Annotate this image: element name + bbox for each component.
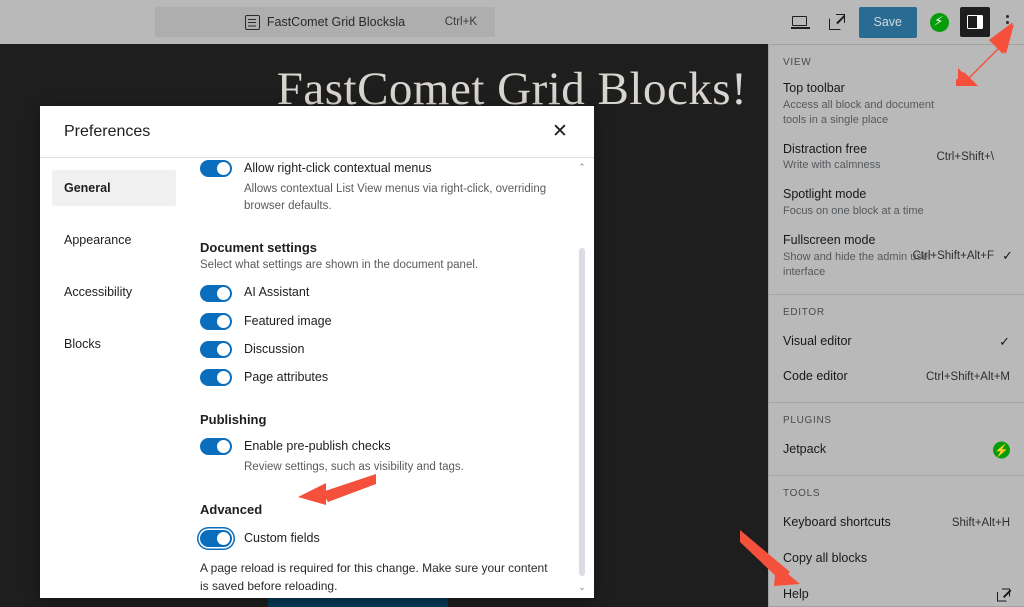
pref-label: AI Assistant [244, 283, 309, 301]
modal-body: General Appearance Accessibility Blocks … [40, 158, 594, 598]
top-bar-actions: Save ⚡ [784, 0, 1021, 44]
menu-item-title: Visual editor [783, 333, 1010, 350]
preview-button[interactable] [784, 5, 818, 39]
options-dropdown-menu: VIEW Top toolbar Access all block and do… [768, 44, 1024, 607]
options-menu-button[interactable] [994, 5, 1020, 39]
menu-item-copy-all-blocks[interactable]: Copy all blocks [769, 541, 1024, 577]
menu-item-visual-editor[interactable]: Visual editor ✓ [769, 324, 1024, 360]
editor-top-bar: FastComet Grid Blocksla Ctrl+K Save ⚡ [0, 0, 1024, 44]
pref-row-page-attributes[interactable]: Page attributes [200, 368, 564, 386]
custom-fields-reload-note: A page reload is required for this chang… [200, 559, 550, 596]
menu-item-top-toolbar[interactable]: Top toolbar Access all block and documen… [769, 74, 1024, 135]
menu-item-shortcut: Shift+Alt+H [952, 517, 1010, 529]
checkmark-icon: ✓ [1002, 248, 1013, 264]
pref-row-pre-publish-checks[interactable]: Enable pre-publish checks [200, 437, 564, 455]
menu-item-title: Copy all blocks [783, 550, 1010, 567]
pref-label: Custom fields [244, 529, 320, 547]
pref-row-featured-image[interactable]: Featured image [200, 312, 564, 330]
menu-item-title: Fullscreen mode [783, 232, 1010, 249]
settings-sidebar-toggle[interactable] [958, 5, 992, 39]
save-button[interactable]: Save [859, 7, 918, 38]
pref-description: Allows contextual List View menus via ri… [244, 181, 564, 214]
preferences-scrollbar[interactable]: ⌃ ⌄ [577, 162, 587, 594]
sidebar-panel-icon [960, 7, 990, 37]
menu-item-shortcut: Ctrl+Shift+Alt+F [913, 250, 995, 262]
pref-label: Allow right-click contextual menus [244, 159, 432, 177]
pref-description: Review settings, such as visibility and … [244, 459, 564, 476]
modal-header: Preferences ✕ [40, 106, 594, 158]
nav-item-general[interactable]: General [52, 170, 176, 206]
menu-section-label-plugins: PLUGINS [769, 403, 1024, 432]
scrollbar-thumb[interactable] [579, 248, 585, 576]
preferences-modal: Preferences ✕ General Appearance Accessi… [40, 106, 594, 598]
toggle-ai-assistant[interactable] [200, 285, 232, 302]
menu-item-title: Top toolbar [783, 80, 1010, 97]
pref-row-right-click-menus[interactable]: Allow right-click contextual menus [200, 159, 564, 177]
section-title-advanced: Advanced [200, 502, 564, 517]
menu-item-title: Jetpack [783, 441, 1010, 458]
menu-section-label-tools: TOOLS [769, 476, 1024, 505]
checkmark-icon: ✓ [999, 334, 1010, 350]
menu-item-title: Help [783, 586, 1010, 603]
command-palette-title: FastComet Grid Blocksla [267, 15, 405, 29]
modal-title: Preferences [64, 123, 544, 141]
screen: FastComet Grid Blocks! FastComet Grid Bl… [0, 0, 1024, 607]
pref-label: Enable pre-publish checks [244, 437, 391, 455]
menu-section-label-editor: EDITOR [769, 295, 1024, 324]
section-desc-document-settings: Select what settings are shown in the do… [200, 259, 564, 271]
pref-label: Featured image [244, 312, 332, 330]
toggle-pre-publish-checks[interactable] [200, 438, 232, 455]
menu-item-code-editor[interactable]: Code editor Ctrl+Shift+Alt+M [769, 359, 1024, 395]
nav-item-appearance[interactable]: Appearance [52, 222, 176, 258]
section-title-document-settings: Document settings [200, 240, 564, 255]
menu-section-label-view: VIEW [769, 45, 1024, 74]
pref-row-ai-assistant[interactable]: AI Assistant [200, 283, 564, 301]
scroll-up-icon[interactable]: ⌃ [577, 162, 587, 174]
menu-item-keyboard-shortcuts[interactable]: Keyboard shortcuts Shift+Alt+H [769, 505, 1024, 541]
menu-item-description: Access all block and document tools in a… [783, 98, 943, 128]
menu-item-spotlight-mode[interactable]: Spotlight mode Focus on one block at a t… [769, 180, 1024, 226]
kebab-dot [1006, 27, 1009, 30]
kebab-dot [1006, 21, 1009, 24]
menu-item-description: Write with calmness [783, 158, 943, 173]
toggle-page-attributes[interactable] [200, 369, 232, 386]
preferences-nav: General Appearance Accessibility Blocks [40, 158, 176, 598]
menu-item-shortcut: Ctrl+Shift+\ [936, 151, 994, 163]
section-title-publishing: Publishing [200, 412, 564, 427]
command-palette-button[interactable]: FastComet Grid Blocksla Ctrl+K [155, 7, 495, 37]
menu-item-distraction-free[interactable]: Distraction free Write with calmness Ctr… [769, 135, 1024, 181]
close-icon[interactable]: ✕ [544, 116, 576, 148]
menu-item-fullscreen-mode[interactable]: Fullscreen mode Show and hide the admin … [769, 226, 1024, 287]
desktop-icon [792, 16, 809, 28]
menu-item-description: Focus on one block at a time [783, 204, 943, 219]
preferences-scroll-region: Allow right-click contextual menus Allow… [176, 158, 594, 598]
jetpack-button[interactable]: ⚡ [922, 5, 956, 39]
canvas-block-placeholder [268, 597, 448, 607]
toggle-featured-image[interactable] [200, 313, 232, 330]
external-link-icon [997, 588, 1010, 601]
toggle-discussion[interactable] [200, 341, 232, 358]
jetpack-icon: ⚡ [930, 13, 949, 32]
menu-item-title: Spotlight mode [783, 186, 1010, 203]
menu-item-help[interactable]: Help [769, 577, 1024, 607]
jetpack-icon: ⚡ [993, 442, 1010, 459]
nav-item-accessibility[interactable]: Accessibility [52, 274, 176, 310]
pref-row-custom-fields[interactable]: Custom fields [200, 529, 564, 547]
menu-item-shortcut: Ctrl+Shift+Alt+M [926, 371, 1010, 383]
external-link-icon [829, 14, 845, 30]
document-icon [245, 15, 260, 30]
pref-label: Page attributes [244, 368, 328, 386]
document-settings-list: AI Assistant Featured image Discussion [200, 283, 564, 386]
preferences-content: Allow right-click contextual menus Allow… [176, 158, 594, 598]
toggle-custom-fields[interactable] [200, 530, 232, 547]
nav-item-blocks[interactable]: Blocks [52, 326, 176, 362]
command-palette-shortcut: Ctrl+K [445, 16, 477, 28]
pref-row-discussion[interactable]: Discussion [200, 340, 564, 358]
toggle-allow-right-click-menus[interactable] [200, 160, 232, 177]
view-site-button[interactable] [820, 5, 854, 39]
scroll-down-icon[interactable]: ⌄ [577, 582, 587, 594]
menu-item-jetpack[interactable]: Jetpack ⚡ [769, 432, 1024, 468]
kebab-dot [1006, 15, 1009, 18]
pref-label: Discussion [244, 340, 304, 358]
